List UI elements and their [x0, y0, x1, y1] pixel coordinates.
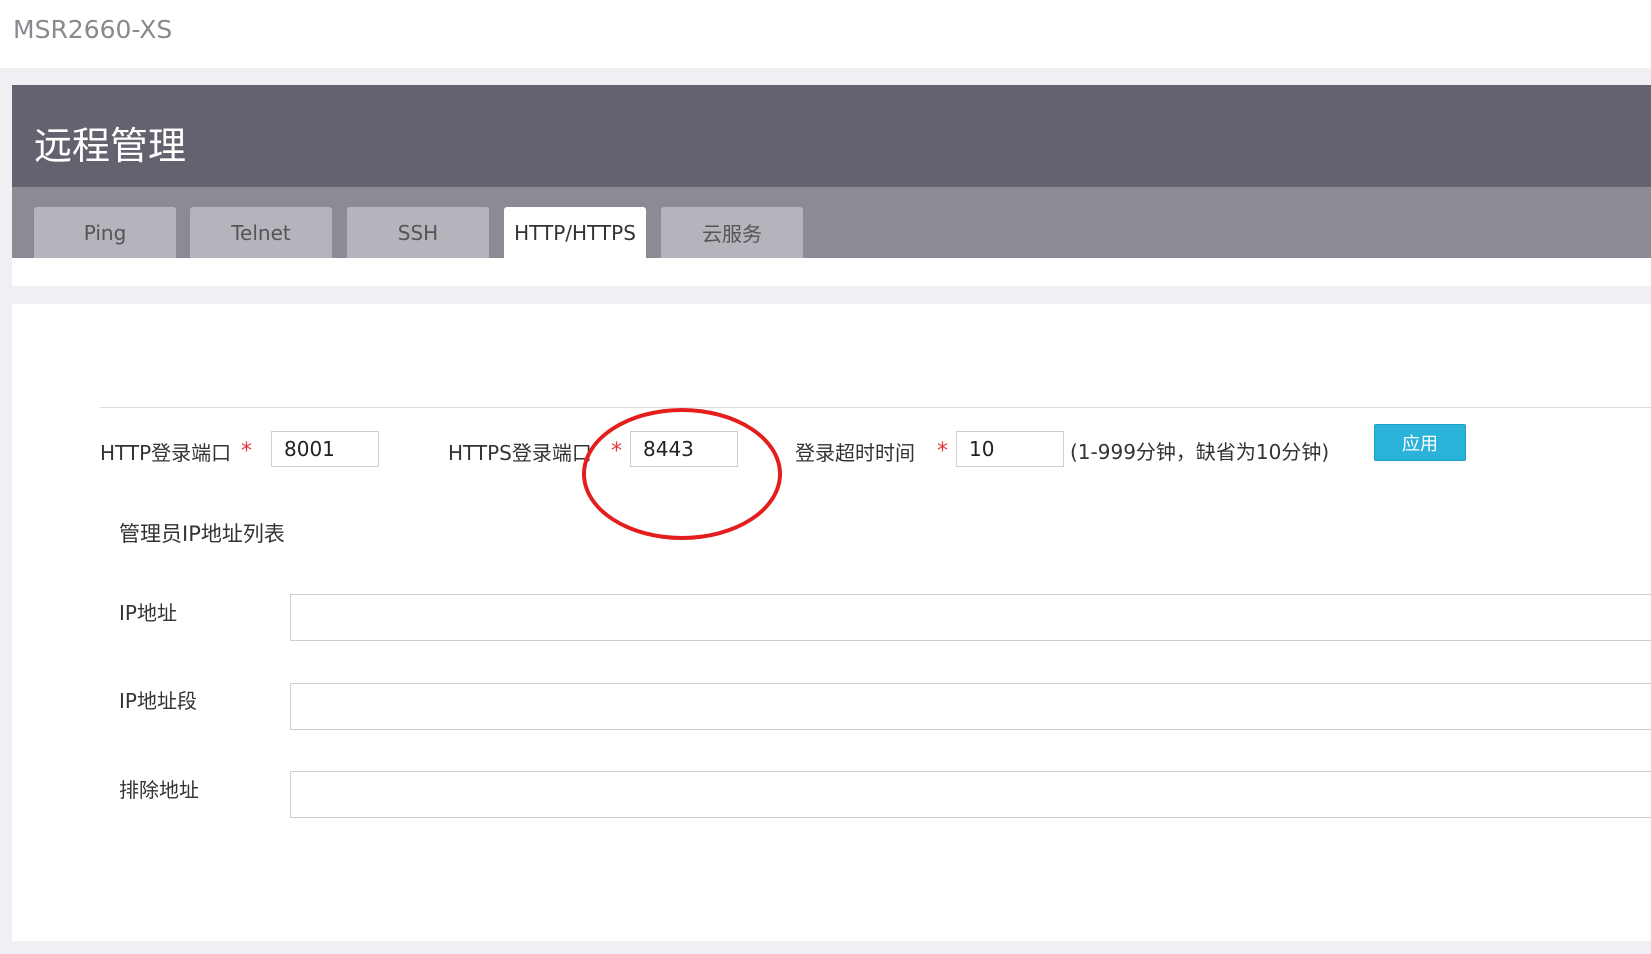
- panel-header: 远程管理: [12, 85, 1651, 187]
- tab-cloud-service[interactable]: 云服务: [661, 207, 803, 258]
- timeout-input[interactable]: [956, 431, 1064, 467]
- exclude-address-input[interactable]: [290, 771, 1651, 818]
- divider: [100, 407, 1651, 408]
- tab-ping[interactable]: Ping: [34, 207, 176, 258]
- tab-http-https[interactable]: HTTP/HTTPS: [504, 207, 646, 258]
- https-port-input[interactable]: [630, 431, 738, 467]
- tab-ssh[interactable]: SSH: [347, 207, 489, 258]
- required-mark: *: [611, 439, 622, 464]
- https-port-label: HTTPS登录端口: [448, 441, 592, 465]
- required-mark: *: [937, 439, 948, 464]
- apply-button[interactable]: 应用: [1374, 424, 1466, 461]
- device-name: MSR2660-XS: [13, 15, 173, 44]
- ip-range-input[interactable]: [290, 683, 1651, 730]
- tab-content-top: [12, 258, 1651, 286]
- device-bar: MSR2660-XS: [0, 0, 1651, 68]
- ip-address-input[interactable]: [290, 594, 1651, 641]
- admin-ip-list-title: 管理员IP地址列表: [119, 522, 285, 546]
- required-mark: *: [241, 439, 252, 464]
- http-port-label: HTTP登录端口: [100, 441, 232, 465]
- ip-range-label: IP地址段: [119, 689, 197, 713]
- timeout-hint: (1-999分钟，缺省为10分钟): [1070, 440, 1330, 464]
- page-title: 远程管理: [34, 124, 187, 168]
- tab-strip: Ping Telnet SSH HTTP/HTTPS 云服务: [12, 187, 1651, 258]
- http-port-input[interactable]: [271, 431, 379, 467]
- timeout-label: 登录超时时间: [795, 441, 915, 465]
- settings-content: HTTP登录端口 * HTTPS登录端口 * 登录超时时间 * (1-999分钟…: [12, 304, 1651, 941]
- tab-telnet[interactable]: Telnet: [190, 207, 332, 258]
- exclude-address-label: 排除地址: [119, 778, 199, 802]
- ip-address-label: IP地址: [119, 601, 177, 625]
